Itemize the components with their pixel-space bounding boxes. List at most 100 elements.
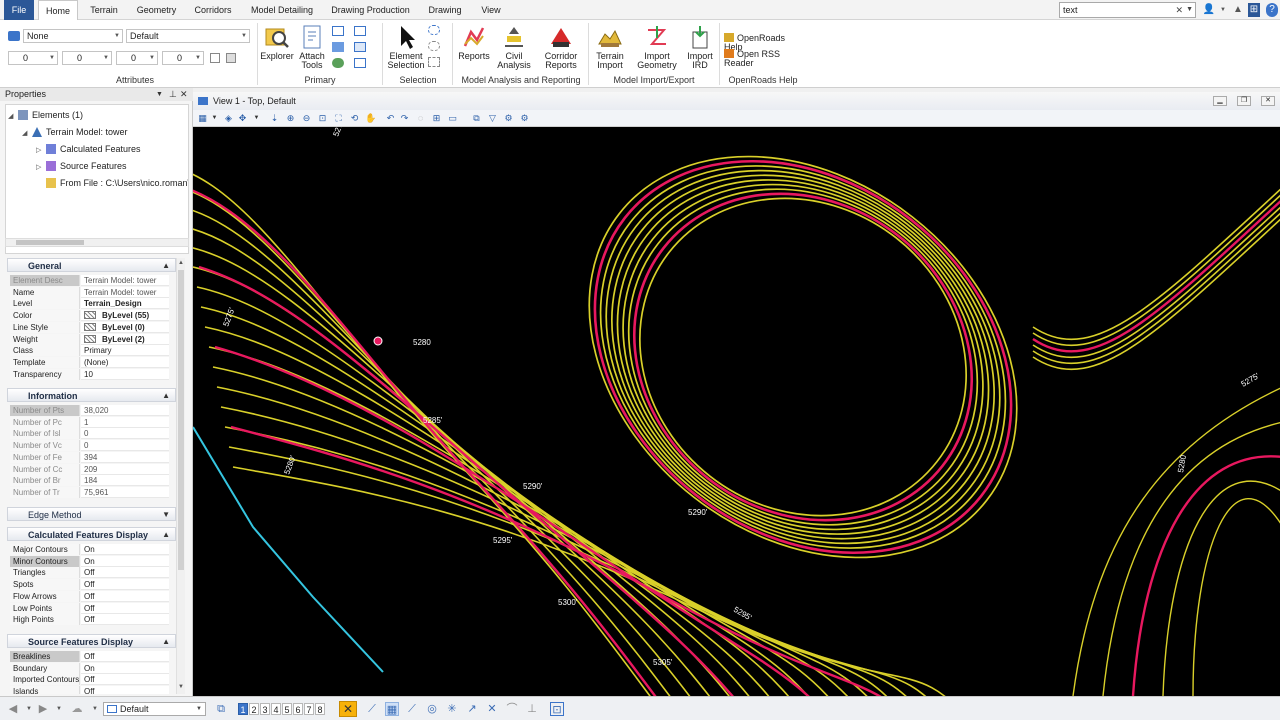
property-value[interactable]: Terrain_Design [81, 298, 169, 310]
property-row[interactable]: Minor Contours On [10, 555, 169, 567]
rotate-view-icon[interactable]: ⟲ [349, 113, 360, 124]
element-selection-button[interactable]: Element Selection [386, 24, 426, 70]
tab-geometry[interactable]: Geometry [133, 0, 180, 20]
chevron-down-icon[interactable]: ▼ [251, 113, 262, 124]
property-row[interactable]: Element Desc Terrain Model: tower [10, 275, 169, 286]
property-row[interactable]: Number of Br 184 [10, 475, 169, 487]
tab-view[interactable]: View [477, 0, 505, 20]
property-row[interactable]: Breaklines Off [10, 651, 169, 662]
clip-volume-icon[interactable]: ▭ [447, 113, 458, 124]
intersection-snap-icon[interactable]: ✕ [485, 702, 499, 716]
line-weight-combo[interactable]: 0 ▼ [116, 51, 158, 65]
attach-tools-button[interactable]: Attach Tools [296, 24, 328, 70]
property-row[interactable]: Triangles Off [10, 567, 169, 579]
property-row[interactable]: Boundary On [10, 662, 169, 674]
property-value[interactable]: On [81, 662, 169, 674]
property-value[interactable]: 10 [81, 368, 169, 380]
display-styles-icon[interactable] [354, 58, 366, 68]
pan-view-icon[interactable]: ✋ [365, 113, 376, 124]
property-value[interactable]: Off [81, 674, 169, 686]
section-general[interactable]: General ▲ [7, 258, 176, 272]
keypoint-snap-icon[interactable]: ⟋ [405, 702, 419, 716]
open-rss-reader-link[interactable]: Open RSS Reader [724, 49, 806, 68]
select-circle-icon[interactable] [428, 25, 440, 35]
property-value[interactable]: Off [81, 590, 169, 602]
view-button-8[interactable]: 8 [315, 703, 325, 715]
property-row[interactable]: Flow Arrows Off [10, 590, 169, 602]
view-group-combo[interactable]: Default ▼ [103, 702, 206, 716]
view-attributes-icon[interactable]: ▦ [197, 113, 208, 124]
property-value[interactable]: 38,020 [81, 405, 169, 416]
property-row[interactable]: Name Terrain Model: tower [10, 286, 169, 298]
center-snap-icon[interactable]: ◎ [425, 702, 439, 716]
chevron-down-icon[interactable]: ▼ [52, 702, 66, 716]
property-value[interactable]: Terrain Model: tower [81, 286, 169, 298]
bisector-snap-icon[interactable]: ↗ [465, 702, 479, 716]
collapse-icon[interactable]: ◢ [8, 109, 18, 125]
property-row[interactable]: Level Terrain_Design [10, 298, 169, 310]
import-ird-button[interactable]: Import IRD [684, 24, 716, 70]
chevron-down-icon[interactable]: ▼ [88, 702, 102, 716]
pin-icon[interactable]: ⊥ [169, 88, 177, 101]
search-input[interactable]: text ✕ ▼ [1059, 2, 1196, 18]
property-value[interactable]: Off [81, 651, 169, 662]
panel-menu-icon[interactable]: ▼ [156, 88, 163, 101]
raster-icon[interactable] [332, 58, 344, 68]
property-row[interactable]: Color ByLevel (55) [10, 310, 169, 322]
expand-icon[interactable]: ▷ [36, 160, 46, 176]
level-combo[interactable]: None ▼ [23, 29, 123, 43]
forward-icon[interactable]: ▶ [36, 702, 50, 716]
style-combo[interactable]: Default ▼ [126, 29, 250, 43]
window-area-icon[interactable]: ⊡ [317, 113, 328, 124]
property-row[interactable]: Number of Fe 394 [10, 451, 169, 463]
scrollbar-thumb[interactable] [16, 240, 84, 245]
terrain-import-button[interactable]: Terrain Import [590, 24, 630, 70]
property-value[interactable]: ByLevel (0) [81, 321, 169, 333]
section-edge-method[interactable]: Edge Method ▼ [7, 507, 176, 521]
scroll-down-icon[interactable]: ▼ [178, 684, 184, 690]
section-source-features-display[interactable]: Source Features Display ▲ [7, 634, 176, 648]
property-value[interactable]: ByLevel (55) [81, 310, 169, 322]
property-row[interactable]: Low Points Off [10, 602, 169, 614]
property-row[interactable]: Number of Pts 38,020 [10, 405, 169, 416]
property-row[interactable]: Line Style ByLevel (0) [10, 321, 169, 333]
models-icon[interactable] [332, 26, 344, 36]
copy-view-icon[interactable]: ◌ [415, 113, 426, 124]
tab-corridors[interactable]: Corridors [190, 0, 236, 20]
origin-snap-icon[interactable]: ✳ [445, 702, 459, 716]
property-row[interactable]: Islands Off [10, 686, 169, 694]
select-block-icon[interactable] [428, 57, 440, 67]
tab-file[interactable]: File [4, 0, 34, 20]
property-value[interactable]: Off [81, 614, 169, 626]
tab-model-detailing[interactable]: Model Detailing [246, 0, 318, 20]
tree-node-elements[interactable]: ◢ Elements (1) [8, 107, 83, 123]
property-value[interactable]: 394 [81, 451, 169, 463]
corridor-reports-button[interactable]: Corridor Reports [538, 24, 584, 70]
property-row[interactable]: Spots Off [10, 579, 169, 591]
close-icon[interactable]: ✕ [1261, 96, 1275, 106]
clip-fence-icon[interactable]: ⚙ [503, 113, 514, 124]
contour-map[interactable]: 5275' 5280 5285' 5290' 5290' 5295' 5300' 5305' 5… [193, 127, 1280, 696]
tab-terrain[interactable]: Terrain [84, 0, 124, 20]
chevron-down-icon[interactable]: ▼ [22, 702, 36, 716]
reports-button[interactable]: Reports [456, 24, 492, 61]
view-button-4[interactable]: 4 [271, 703, 281, 715]
tree-node-source-features[interactable]: ▷ Source Features [36, 158, 127, 174]
collapse-icon[interactable]: ▲ [162, 635, 170, 649]
clip-filter-icon[interactable]: ▽ [487, 113, 498, 124]
properties-vertical-scrollbar[interactable]: ▲ ▼ [176, 258, 185, 694]
snap-mode-icon[interactable]: ⊡ [550, 702, 564, 716]
class-icon[interactable] [226, 53, 236, 63]
chevron-down-icon[interactable]: ▼ [209, 113, 220, 124]
property-row[interactable]: Major Contours On [10, 544, 169, 555]
tree-node-terrain-model[interactable]: ◢ Terrain Model: tower [22, 124, 128, 140]
property-value[interactable]: 184 [81, 475, 169, 487]
property-row[interactable]: Class Primary [10, 345, 169, 357]
section-information[interactable]: Information ▲ [7, 388, 176, 402]
collapse-icon[interactable]: ▲ [162, 389, 170, 403]
property-value[interactable]: Off [81, 579, 169, 591]
zoom-out-icon[interactable]: ⊖ [301, 113, 312, 124]
user-account-icon[interactable]: ⊞ [1248, 3, 1260, 17]
property-value[interactable]: Off [81, 602, 169, 614]
property-row[interactable]: Weight ByLevel (2) [10, 333, 169, 345]
